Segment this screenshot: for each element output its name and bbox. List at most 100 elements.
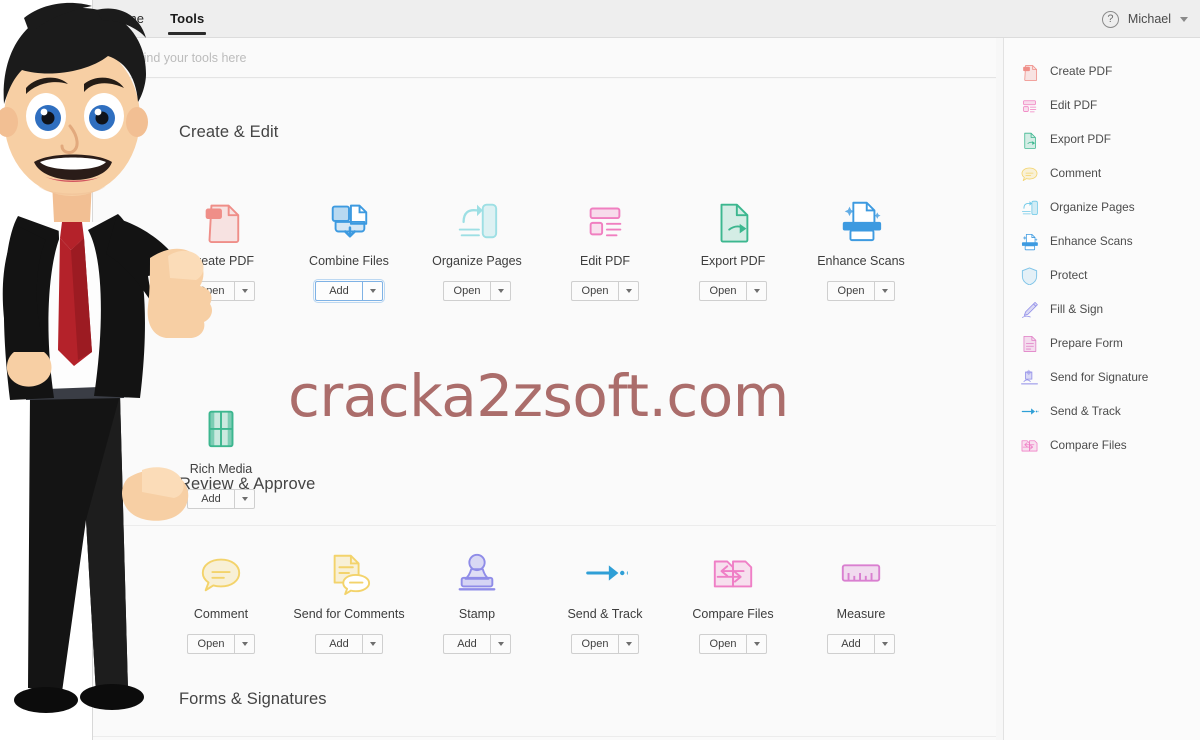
tool-action-dropdown[interactable] — [362, 281, 383, 301]
caret-down-icon — [241, 497, 248, 501]
tools-rail: Create PDF Edit PDF Export PDF Comment O… — [1003, 38, 1200, 740]
caret-down-icon — [241, 289, 248, 293]
menu-bar: Home Tools ? Michael — [93, 0, 1200, 38]
caret-down-icon — [497, 642, 504, 646]
help-icon[interactable]: ? — [1101, 10, 1119, 28]
caret-down-icon — [369, 289, 376, 293]
tool-card[interactable]: Stamp Add — [413, 534, 541, 654]
rail-item[interactable]: Create PDF — [1004, 54, 1200, 88]
tool-card[interactable]: Combine Files Add — [285, 181, 413, 303]
section-divider — [93, 525, 996, 526]
export-pdf-icon — [1020, 130, 1039, 149]
tool-action-button[interactable]: Open — [699, 281, 746, 301]
rail-item[interactable]: Enhance Scans — [1004, 224, 1200, 258]
rail-item-label: Fill & Sign — [1050, 302, 1104, 316]
rail-item[interactable]: Comment — [1004, 156, 1200, 190]
tool-card[interactable]: Measure Add — [797, 534, 925, 654]
tool-action-group[interactable]: Open — [443, 281, 511, 301]
tool-label: Compare Files — [692, 607, 774, 621]
rail-item[interactable]: Send & Track — [1004, 394, 1200, 428]
rail-item[interactable]: Send for Signature — [1004, 360, 1200, 394]
section-review-approve-grid: Comment Open Send for Comments Add Stamp… — [157, 534, 925, 654]
tool-action-dropdown[interactable] — [618, 281, 639, 301]
tool-action-dropdown[interactable] — [746, 634, 767, 654]
tool-action-button[interactable]: Add — [443, 634, 490, 654]
rail-item[interactable]: Protect — [1004, 258, 1200, 292]
tool-card[interactable]: Compare Files Open — [669, 534, 797, 654]
caret-down-icon — [241, 642, 248, 646]
caret-down-icon — [881, 289, 888, 293]
tool-action-group[interactable]: Add — [827, 634, 895, 654]
tool-card[interactable]: Organize Pages Open — [413, 181, 541, 301]
tool-action-dropdown[interactable] — [490, 634, 511, 654]
tool-action-button[interactable]: Open — [827, 281, 874, 301]
tool-action-button[interactable]: Open — [571, 634, 618, 654]
tool-action-group[interactable]: Add — [315, 634, 383, 654]
rail-item-label: Edit PDF — [1050, 98, 1098, 112]
tool-action-group[interactable]: Open — [571, 634, 639, 654]
measure-icon — [838, 534, 884, 596]
tool-action-group[interactable]: Add — [443, 634, 511, 654]
edit-pdf-icon — [582, 181, 628, 243]
tool-action-button[interactable]: Open — [443, 281, 490, 301]
tool-card[interactable]: Send & Track Open — [541, 534, 669, 654]
rail-item-label: Enhance Scans — [1050, 234, 1133, 248]
tool-action-button[interactable]: Add — [315, 281, 362, 301]
organize-pages-icon — [454, 181, 500, 243]
caret-down-icon — [753, 642, 760, 646]
compare-files-icon — [1020, 436, 1039, 455]
tool-action-dropdown[interactable] — [490, 281, 511, 301]
rail-item[interactable]: Organize Pages — [1004, 190, 1200, 224]
tool-action-group[interactable]: Open — [699, 281, 767, 301]
tool-card[interactable]: Export PDF Open — [669, 181, 797, 301]
tool-card[interactable]: Edit PDF Open — [541, 181, 669, 301]
chevron-down-icon[interactable] — [1180, 16, 1188, 22]
tool-action-group[interactable]: Add — [313, 279, 385, 303]
fill-sign-icon — [1020, 300, 1039, 319]
rail-item[interactable]: Fill & Sign — [1004, 292, 1200, 326]
rail-item[interactable]: Export PDF — [1004, 122, 1200, 156]
tool-label: Edit PDF — [579, 254, 630, 268]
caret-down-icon — [497, 289, 504, 293]
user-zone: ? Michael — [1101, 0, 1188, 38]
create-pdf-icon — [1020, 62, 1039, 81]
rail-item[interactable]: Prepare Form — [1004, 326, 1200, 360]
caret-down-icon — [369, 642, 376, 646]
tool-action-button[interactable]: Add — [827, 634, 874, 654]
tool-action-dropdown[interactable] — [874, 281, 895, 301]
enhance-scans-icon — [838, 181, 884, 243]
tool-action-button[interactable]: Add — [315, 634, 362, 654]
tool-action-group[interactable]: Open — [827, 281, 895, 301]
tool-action-dropdown[interactable] — [618, 634, 639, 654]
rail-item-label: Protect — [1050, 268, 1088, 282]
tool-card[interactable]: Enhance Scans Open — [797, 181, 925, 301]
tool-action-button[interactable]: Open — [699, 634, 746, 654]
tool-action-dropdown[interactable] — [362, 634, 383, 654]
tool-action-group[interactable]: Open — [699, 634, 767, 654]
stamp-icon — [454, 534, 500, 596]
app-root: Home Tools ? Michael Create & — [0, 0, 1200, 740]
tool-label: Measure — [836, 607, 886, 621]
section-create-edit-grid: Create PDF Open Combine Files Add Organi… — [157, 181, 925, 303]
tool-action-group[interactable]: Open — [571, 281, 639, 301]
tool-action-dropdown[interactable] — [874, 634, 895, 654]
prepare-form-icon — [1020, 334, 1039, 353]
rail-item-label: Export PDF — [1050, 132, 1111, 146]
rail-item-label: Organize Pages — [1050, 200, 1135, 214]
tool-card[interactable]: Send for Comments Add — [285, 534, 413, 654]
tool-label: Combine Files — [309, 254, 389, 268]
tool-action-dropdown[interactable] — [746, 281, 767, 301]
rail-item-label: Comment — [1050, 166, 1102, 180]
tool-label: Send & Track — [567, 607, 643, 621]
combine-files-icon — [326, 181, 372, 243]
rail-item[interactable]: Edit PDF — [1004, 88, 1200, 122]
user-name-label[interactable]: Michael — [1128, 12, 1171, 26]
tool-label: Export PDF — [700, 254, 766, 268]
tool-label: Send for Comments — [293, 607, 405, 621]
tool-action-dropdown[interactable] — [234, 281, 255, 301]
rail-item[interactable]: Compare Files — [1004, 428, 1200, 462]
tool-action-button[interactable]: Open — [571, 281, 618, 301]
rail-item-label: Send & Track — [1050, 404, 1121, 418]
tool-action-dropdown[interactable] — [234, 634, 255, 654]
tool-label: Enhance Scans — [817, 254, 905, 268]
